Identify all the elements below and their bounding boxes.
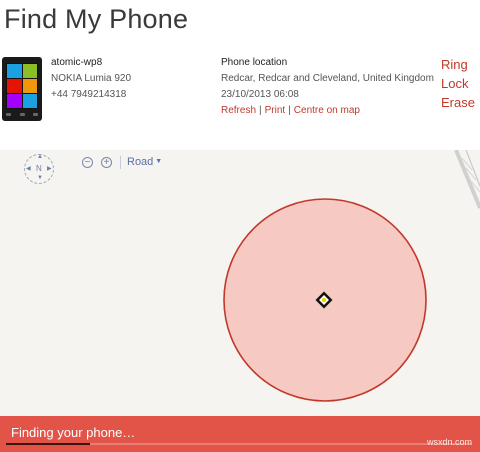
lock-button[interactable]: Lock [441, 74, 475, 93]
progress-fill [6, 443, 90, 445]
device-actions: Ring Lock Erase [441, 55, 475, 112]
erase-button[interactable]: Erase [441, 93, 475, 112]
ring-button[interactable]: Ring [441, 55, 475, 74]
watermark: wsxdn.com [426, 437, 472, 447]
phone-buttons [6, 113, 38, 118]
location-links: Refresh | Print | Centre on map [221, 103, 434, 119]
location-address: Redcar, Redcar and Cleveland, United Kin… [221, 73, 434, 84]
caret-down-icon: ▼ [155, 158, 163, 165]
location-timestamp: 23/10/2013 06:08 [221, 89, 299, 100]
marker-dot [321, 297, 327, 303]
compass-icon[interactable]: ▲ ▼ ◀ ▶ N [24, 154, 54, 184]
location-info: Phone location Redcar, Redcar and Clevel… [221, 55, 434, 119]
print-link[interactable]: Print [265, 105, 286, 116]
refresh-link[interactable]: Refresh [221, 105, 256, 116]
phone-tile [22, 94, 37, 108]
map[interactable]: ▲ ▼ ◀ ▶ N − + Road ▼ [0, 150, 480, 416]
device-info: atomic-wp8 NOKIA Lumia 920 +44 794921431… [51, 55, 131, 103]
location-heading: Phone location [221, 57, 288, 68]
phone-thumbnail [2, 57, 42, 121]
link-separator: | [259, 105, 262, 116]
phone-tile [22, 79, 37, 93]
device-number: +44 7949214318 [51, 89, 127, 100]
compass-north-label: N [36, 164, 42, 173]
page-title: Find My Phone [4, 4, 189, 34]
phone-tile [7, 79, 22, 93]
zoom-in-icon[interactable]: + [101, 157, 112, 168]
status-message: Finding your phone… [11, 425, 136, 440]
zoom-out-icon[interactable]: − [82, 157, 93, 168]
link-separator: | [288, 105, 291, 116]
phone-tile [7, 94, 22, 108]
device-name: atomic-wp8 [51, 57, 103, 68]
road-lines [454, 150, 480, 209]
map-view-label: Road [127, 156, 154, 168]
phone-screen [6, 63, 38, 109]
map-view-dropdown[interactable]: Road ▼ [127, 156, 162, 168]
centre-on-map-link[interactable]: Centre on map [294, 105, 360, 116]
device-model: NOKIA Lumia 920 [51, 73, 132, 84]
phone-tile [22, 64, 37, 78]
toolbar-divider [120, 156, 121, 169]
map-canvas [223, 150, 480, 402]
progress-track [6, 443, 472, 445]
status-bar: Finding your phone… wsxdn.com [0, 416, 480, 452]
phone-tile [7, 64, 22, 78]
